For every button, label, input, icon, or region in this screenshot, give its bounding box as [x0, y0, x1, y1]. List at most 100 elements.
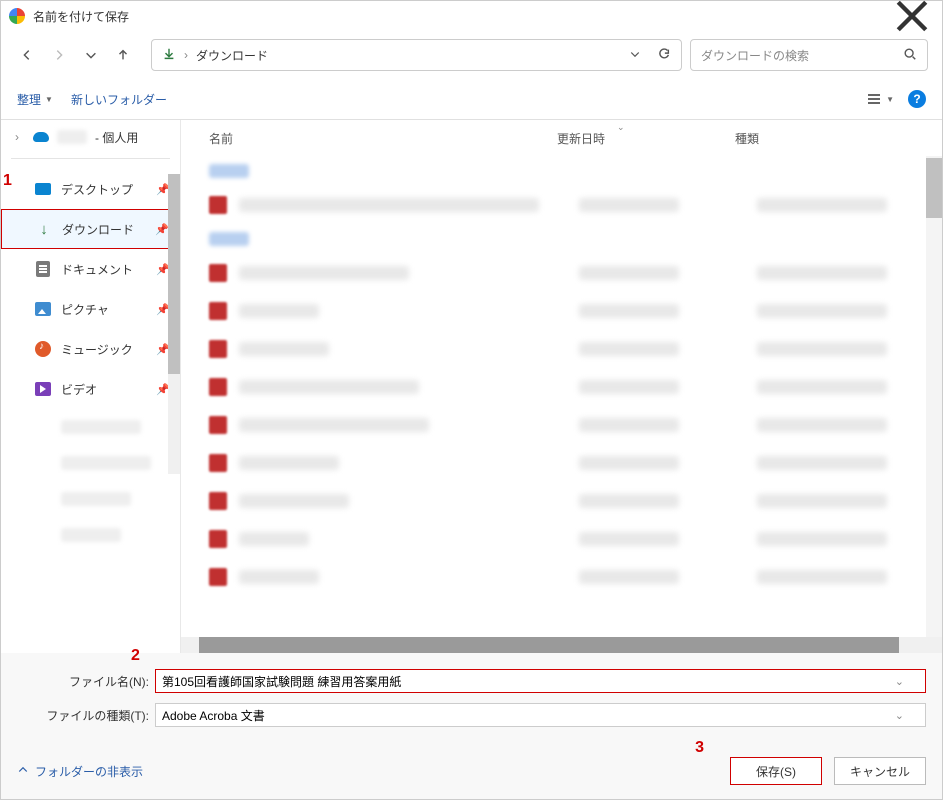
redacted-text: [757, 570, 887, 584]
list-item[interactable]: [181, 186, 942, 224]
redacted-text: [757, 456, 887, 470]
redacted-text: [579, 494, 679, 508]
redacted-text: [239, 342, 329, 356]
scrollbar-thumb[interactable]: [199, 637, 899, 653]
filename-label: ファイル名(N):: [17, 673, 155, 690]
list-item[interactable]: [181, 558, 942, 596]
list-vertical-scrollbar[interactable]: [926, 156, 942, 637]
pane-toggle-label: フォルダーの非表示: [35, 763, 143, 780]
redacted-item: [1, 481, 180, 517]
redacted-text: [579, 570, 679, 584]
redacted-text: [757, 494, 887, 508]
redacted-item: [1, 445, 180, 481]
new-folder-button[interactable]: 新しいフォルダー: [71, 91, 167, 108]
expand-icon[interactable]: ›: [15, 130, 25, 144]
scrollbar-thumb[interactable]: [926, 158, 942, 218]
quick-item-video[interactable]: ビデオ 📌: [1, 369, 180, 409]
list-item[interactable]: [181, 406, 942, 444]
redacted-text: [239, 532, 309, 546]
list-item[interactable]: [181, 444, 942, 482]
music-icon: [35, 341, 51, 357]
address-dropdown-button[interactable]: [629, 48, 641, 63]
search-icon: [903, 47, 917, 64]
file-list-area: 名前 ⌄ 更新日時 種類: [181, 120, 942, 653]
save-button[interactable]: 保存(S): [730, 757, 822, 785]
file-icon: [209, 264, 227, 282]
cancel-button[interactable]: キャンセル: [834, 757, 926, 785]
documents-icon: [35, 261, 51, 277]
breadcrumb-current[interactable]: ダウンロード: [196, 47, 268, 64]
forward-button[interactable]: [47, 43, 71, 67]
file-icon: [209, 530, 227, 548]
column-date[interactable]: ⌄ 更新日時: [557, 130, 735, 147]
column-name[interactable]: 名前: [209, 130, 557, 147]
breadcrumb-separator: ›: [184, 48, 188, 62]
navigation-sidebar: › - 個人用 1 デスクトップ 📌 ↓ ダウンロード 📌 ドキュメント 📌: [1, 120, 181, 653]
redacted-text: [239, 494, 349, 508]
folders-pane-toggle[interactable]: フォルダーの非表示: [17, 763, 143, 780]
quick-item-downloads[interactable]: ↓ ダウンロード 📌: [1, 209, 180, 249]
quick-item-pictures[interactable]: ピクチャ 📌: [1, 289, 180, 329]
recent-locations-button[interactable]: [79, 43, 103, 67]
desktop-icon: [35, 181, 51, 197]
file-icon: [209, 416, 227, 434]
back-button[interactable]: [15, 43, 39, 67]
refresh-button[interactable]: [657, 47, 671, 64]
redacted-text: [579, 304, 679, 318]
chevron-down-icon: ▼: [886, 95, 894, 104]
list-item[interactable]: [181, 292, 942, 330]
annotation-2: 2: [131, 647, 140, 665]
quick-item-documents[interactable]: ドキュメント 📌: [1, 249, 180, 289]
list-group-header[interactable]: [181, 156, 942, 186]
list-item[interactable]: [181, 520, 942, 558]
redacted-text: [757, 532, 887, 546]
chevron-up-icon: [17, 764, 29, 779]
redacted-text: [579, 532, 679, 546]
download-icon: ↓: [36, 221, 52, 237]
view-menu[interactable]: ▼: [866, 91, 894, 107]
title-bar: 名前を付けて保存: [1, 1, 942, 31]
address-bar[interactable]: › ダウンロード: [151, 39, 682, 71]
list-item[interactable]: [181, 368, 942, 406]
list-group-header[interactable]: [181, 224, 942, 254]
quick-item-desktop[interactable]: デスクトップ 📌: [1, 169, 180, 209]
scrollbar-thumb[interactable]: [168, 174, 180, 374]
redacted-item: [1, 409, 180, 445]
redacted-text: [239, 266, 409, 280]
redacted-text: [239, 380, 419, 394]
dialog-title: 名前を付けて保存: [33, 8, 129, 25]
search-box[interactable]: ダウンロードの検索: [690, 39, 928, 71]
sort-indicator-icon: ⌄: [617, 122, 625, 133]
save-form: 2 ファイル名(N): ⌄ ファイルの種類(T): ⌄: [1, 653, 942, 743]
quick-item-label: ピクチャ: [61, 301, 109, 318]
list-item[interactable]: [181, 482, 942, 520]
file-icon: [209, 302, 227, 320]
list-item[interactable]: [181, 330, 942, 368]
column-type[interactable]: 種類: [735, 130, 895, 147]
organize-menu[interactable]: 整理 ▼: [17, 91, 53, 108]
redacted-text: [239, 198, 539, 212]
redacted-text: [757, 342, 887, 356]
dialog-button-bar: フォルダーの非表示 3 保存(S) キャンセル: [1, 743, 942, 799]
help-button[interactable]: ?: [908, 90, 926, 108]
onedrive-item[interactable]: › - 個人用: [1, 120, 180, 154]
quick-item-music[interactable]: ミュージック 📌: [1, 329, 180, 369]
main-area: › - 個人用 1 デスクトップ 📌 ↓ ダウンロード 📌 ドキュメント 📌: [1, 119, 942, 653]
redacted-text: [757, 198, 887, 212]
sidebar-scrollbar[interactable]: [168, 174, 180, 474]
filetype-select[interactable]: [155, 703, 926, 727]
filename-input[interactable]: [155, 669, 926, 693]
list-item[interactable]: [181, 254, 942, 292]
list-horizontal-scrollbar[interactable]: [181, 637, 942, 653]
file-icon: [209, 196, 227, 214]
search-placeholder: ダウンロードの検索: [701, 47, 809, 64]
up-button[interactable]: [111, 43, 135, 67]
filetype-label: ファイルの種類(T):: [17, 707, 155, 724]
quick-item-label: ダウンロード: [62, 221, 134, 238]
redacted-text: [239, 570, 319, 584]
file-list[interactable]: [181, 156, 942, 637]
close-button[interactable]: [890, 1, 934, 31]
file-icon: [209, 568, 227, 586]
redacted-item: [1, 517, 180, 553]
filetype-row: ファイルの種類(T): ⌄: [17, 701, 926, 729]
